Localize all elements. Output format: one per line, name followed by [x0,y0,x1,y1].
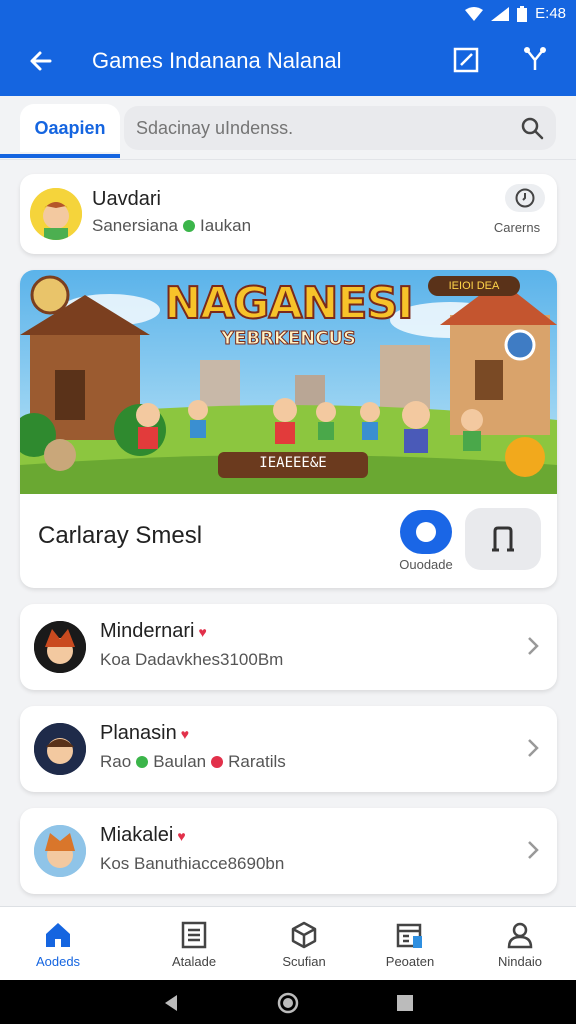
friend-subtitle: Rao Baulan Raratils [100,752,286,772]
friend-avatar [34,723,86,775]
nav-label: Atalade [171,953,217,969]
back-arrow-icon[interactable] [26,46,56,76]
bottom-nav: Aodeds Atalade Scufian Peoaten Nindaio [0,906,576,980]
featured-game-card[interactable]: IEIOI DEA NAGANESI YEBRKENCUS IEAEEE&E C… [20,270,557,588]
search-input[interactable] [136,112,506,144]
signal-icon [491,6,510,21]
recents-square-icon[interactable] [394,992,416,1014]
nav-cube[interactable]: Scufian [254,907,354,981]
profile-status-extra: Iaukan [200,216,252,235]
search-bar[interactable] [124,106,556,150]
friend-row[interactable]: Mindernari ♥ Koa Dadavkhes3100Bm [20,604,557,690]
play-label: Ouodade [399,557,453,572]
profile-status-text: Sanersiana [92,216,179,235]
banner-tag-text: IEIOI DEA [448,280,500,292]
wifi-icon [465,6,484,21]
heart-icon: ♥ [177,827,186,844]
red-pin-icon [211,756,224,768]
friend-name-text: Miakalei [100,824,174,846]
status-time: E:48 [535,5,566,22]
friend-name: Mindernari ♥ [100,620,207,643]
online-dot-icon [183,220,196,232]
chevron-right-icon[interactable] [525,839,541,861]
friend-sub-a: Rao [100,752,132,771]
back-triangle-icon[interactable] [160,992,182,1014]
chevron-right-icon[interactable] [525,635,541,657]
nav-label: Nindaio [497,953,543,969]
search-icon[interactable] [520,116,544,140]
friend-avatar [34,621,86,673]
banner-subtitle: YEBRKENCUS [220,328,356,350]
play-button[interactable] [400,510,452,554]
heart-icon: ♥ [180,725,190,742]
share-network-icon[interactable] [520,44,550,74]
friend-sub-b: Baulan [153,752,207,771]
nav-label: Peoaten [385,953,435,969]
tab-active[interactable]: Oaapien [20,104,120,152]
profile-card[interactable]: Uavdari Sanersiana Iaukan Carerns [20,174,557,254]
friend-name: Miakalei ♥ [100,824,186,847]
nav-home[interactable]: Aodeds [8,907,108,981]
friend-subtitle: Kos Banuthiacce8690bn [100,854,285,873]
friend-name: Planasin ♥ [100,722,189,745]
banner-score: IEAEEE&E [259,455,327,471]
friend-subtitle: Koa Dadavkhes3100Bm [100,650,284,669]
door-icon [492,526,514,552]
friend-row[interactable]: Miakalei ♥ Kos Banuthiacce8690bn [20,808,557,894]
system-nav-bar [0,980,576,1024]
featured-game-title: Carlaray Smesl [38,522,203,549]
heart-icon: ♥ [198,623,207,640]
friend-name-text: Mindernari [100,620,195,642]
document-icon [181,921,207,948]
edit-icon[interactable] [452,46,480,74]
exit-button[interactable] [465,508,541,570]
tab-search-row: Oaapien [0,96,576,160]
play-circle-icon [416,522,436,542]
tab-indicator [0,154,120,158]
clock-icon [515,188,535,208]
home-circle-icon[interactable] [277,992,299,1014]
app-bar: Games Indanana Nalanal [0,30,576,96]
friend-avatar [34,825,86,877]
home-icon [46,922,70,947]
cube-icon [291,921,317,948]
nav-label: Aodeds [35,953,81,969]
friend-row[interactable]: Planasin ♥ Rao Baulan Raratils [20,706,557,792]
nav-calendar[interactable]: Peoaten [360,907,460,981]
profile-status: Sanersiana Iaukan [92,216,251,236]
app-title: Games Indanana Nalanal [92,48,342,73]
nav-label: Scufian [282,953,326,969]
battery-icon [517,5,528,22]
profile-avatar [30,188,82,240]
status-bar: E:48 [0,0,576,30]
chevron-right-icon[interactable] [525,737,541,759]
user-icon [507,922,533,948]
friend-name-text: Planasin [100,722,177,744]
green-status-icon [136,756,149,768]
calendar-icon [396,923,422,948]
profile-name: Uavdari [92,188,161,210]
clock-button[interactable] [505,184,545,212]
friend-sub-c: Raratils [228,752,286,771]
clock-label: Carerns [493,220,541,235]
nav-profile[interactable]: Nindaio [470,907,570,981]
nav-list[interactable]: Atalade [144,907,244,981]
banner-title: NAGANESI [164,277,415,330]
banner-tag: IEIOI DEA [428,276,520,296]
